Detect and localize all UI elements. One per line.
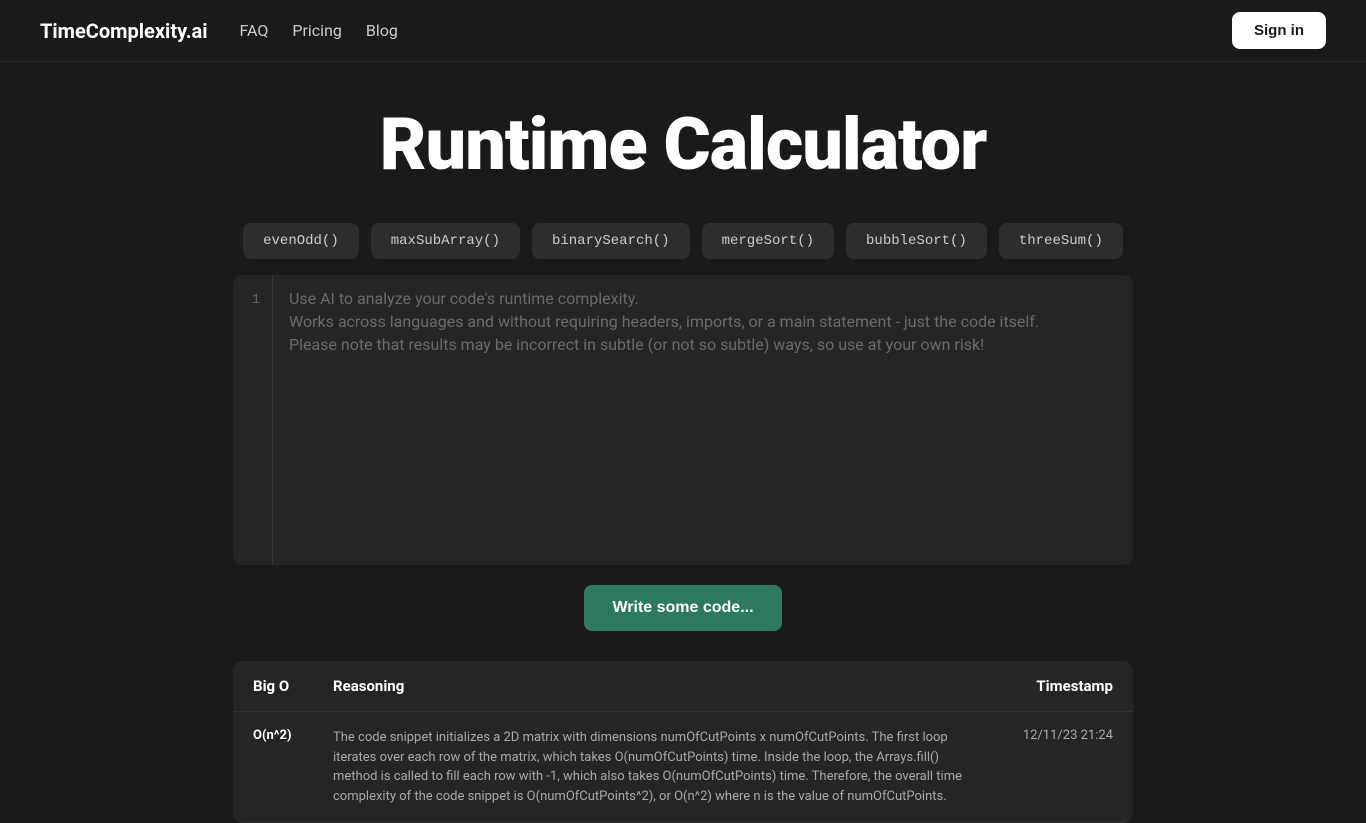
cell-timestamp: 12/11/23 21:24 bbox=[1003, 712, 1133, 823]
example-tab-maxsubarray[interactable]: maxSubArray() bbox=[371, 223, 520, 259]
results-table-header-row: Big O Reasoning Timestamp bbox=[233, 661, 1133, 712]
results-table: Big O Reasoning Timestamp O(n^2) The cod… bbox=[233, 661, 1133, 823]
results-table-body: O(n^2) The code snippet initializes a 2D… bbox=[233, 712, 1133, 823]
placeholder-line-2: Works across languages and without requi… bbox=[289, 312, 1117, 331]
col-header-timestamp: Timestamp bbox=[1003, 661, 1133, 712]
line-number-1: 1 bbox=[252, 292, 260, 308]
line-numbers: 1 bbox=[233, 275, 273, 565]
nav-faq[interactable]: FAQ bbox=[240, 21, 269, 40]
header: TimeComplexity.ai FAQ Pricing Blog Sign … bbox=[0, 0, 1366, 62]
header-left: TimeComplexity.ai FAQ Pricing Blog bbox=[40, 19, 398, 43]
reasoning-text: The code snippet initializes a 2D matrix… bbox=[333, 730, 962, 804]
results-table-container: Big O Reasoning Timestamp O(n^2) The cod… bbox=[233, 661, 1133, 823]
table-row: O(n^2) The code snippet initializes a 2D… bbox=[233, 712, 1133, 823]
col-header-big-o: Big O bbox=[233, 661, 313, 712]
nav-blog[interactable]: Blog bbox=[366, 21, 398, 40]
example-tab-evenodd[interactable]: evenOdd() bbox=[243, 223, 359, 259]
nav-pricing[interactable]: Pricing bbox=[292, 21, 342, 40]
example-tab-mergesort[interactable]: mergeSort() bbox=[702, 223, 834, 259]
write-code-button[interactable]: Write some code... bbox=[584, 585, 781, 631]
page-title: Runtime Calculator bbox=[380, 102, 987, 187]
example-tab-binarysearch[interactable]: binarySearch() bbox=[532, 223, 690, 259]
results-table-head: Big O Reasoning Timestamp bbox=[233, 661, 1133, 712]
cell-reasoning: The code snippet initializes a 2D matrix… bbox=[313, 712, 1003, 823]
nav-links: FAQ Pricing Blog bbox=[240, 21, 398, 40]
cell-big-o: O(n^2) bbox=[233, 712, 313, 823]
sign-in-button[interactable]: Sign in bbox=[1232, 12, 1326, 49]
main-content: Runtime Calculator evenOdd() maxSubArray… bbox=[0, 62, 1366, 823]
editor-container: 1 Use AI to analyze your code's runtime … bbox=[233, 275, 1133, 565]
placeholder-line-3: Please note that results may be incorrec… bbox=[289, 335, 1117, 354]
example-tab-bubblesort[interactable]: bubbleSort() bbox=[846, 223, 987, 259]
example-tabs: evenOdd() maxSubArray() binarySearch() m… bbox=[243, 223, 1123, 259]
editor-inner: 1 Use AI to analyze your code's runtime … bbox=[233, 275, 1133, 565]
example-tab-threesum[interactable]: threeSum() bbox=[999, 223, 1123, 259]
site-logo: TimeComplexity.ai bbox=[40, 19, 208, 43]
col-header-reasoning: Reasoning bbox=[313, 661, 1003, 712]
placeholder-line-1: Use AI to analyze your code's runtime co… bbox=[289, 289, 1117, 308]
editor-placeholder-area[interactable]: Use AI to analyze your code's runtime co… bbox=[273, 275, 1133, 565]
